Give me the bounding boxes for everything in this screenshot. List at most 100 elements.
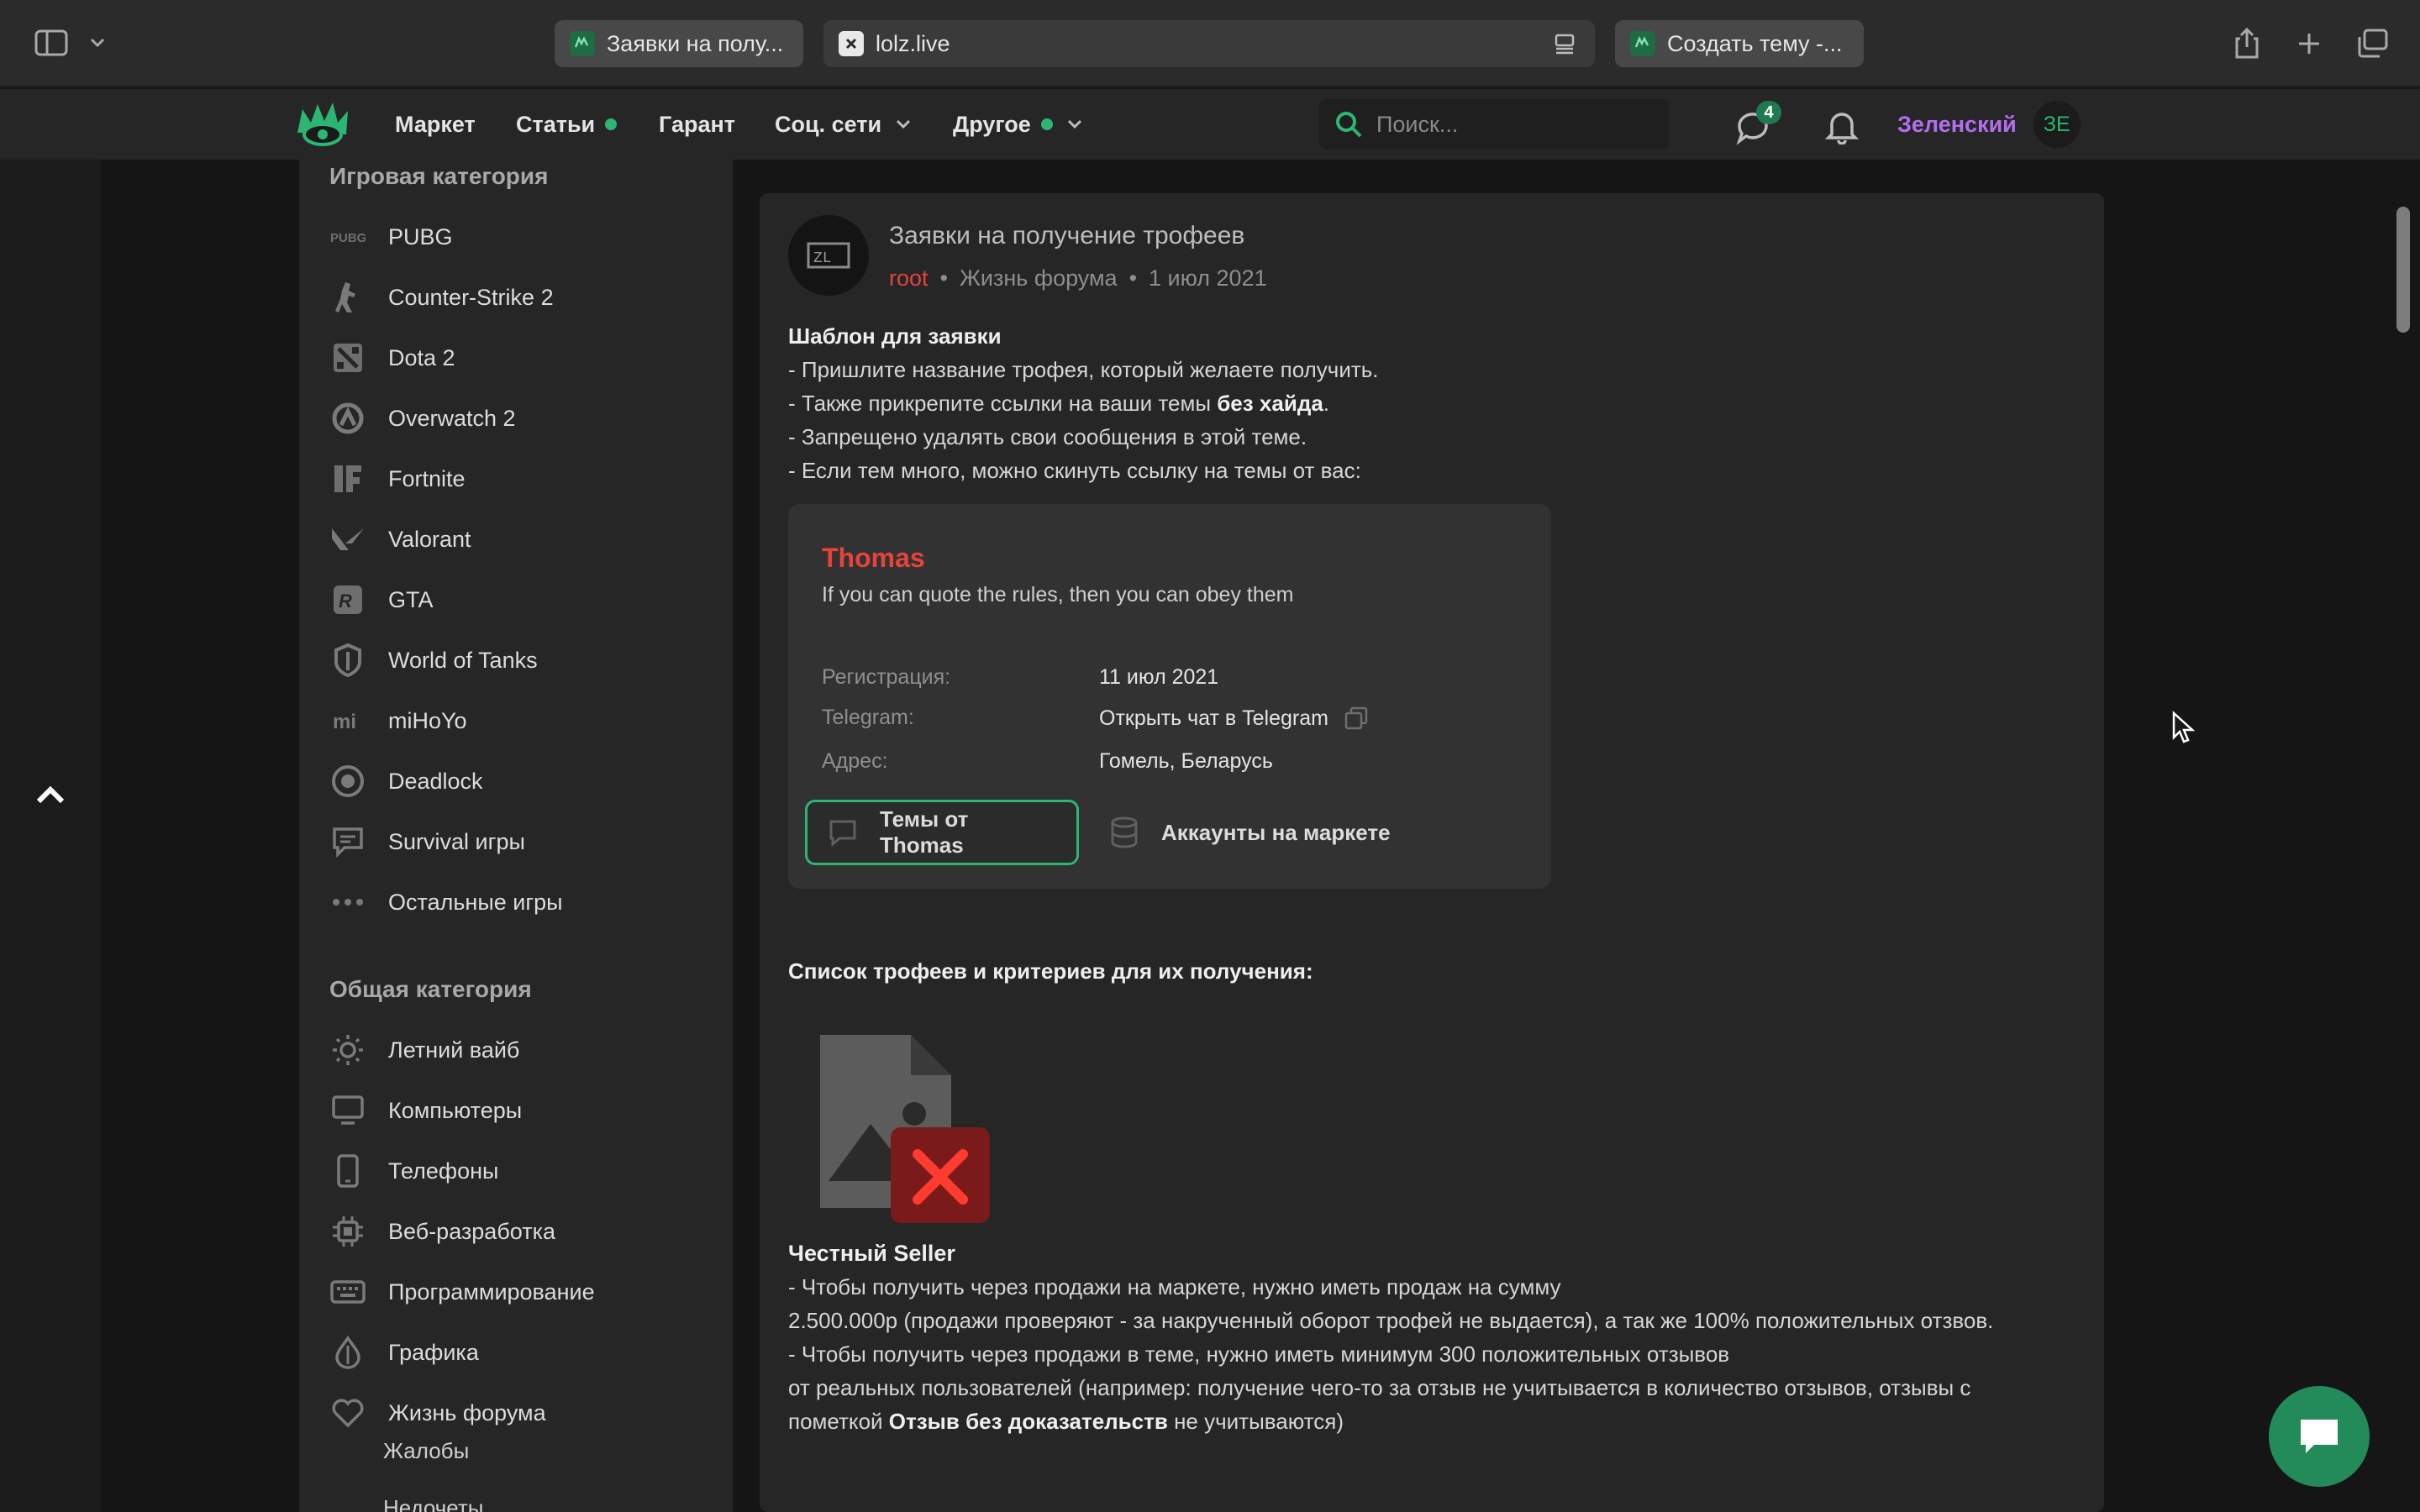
share-icon[interactable] — [2230, 25, 2264, 62]
template-heading: Шаблон для заявки — [788, 323, 1002, 349]
nav-other[interactable]: Другое — [953, 89, 1083, 160]
button-label: Аккаунты на маркете — [1161, 819, 1391, 845]
sidebar-item-phones[interactable]: Телефоны — [329, 1149, 716, 1193]
nav-label: Маркет — [395, 111, 476, 137]
sidebar-item-computers[interactable]: Компьютеры — [329, 1089, 716, 1132]
search-input[interactable] — [1376, 111, 1645, 138]
sidebar-item-valorant[interactable]: Valorant — [329, 517, 716, 561]
sidebar-toggle-icon[interactable] — [32, 29, 71, 57]
cs2-icon — [329, 279, 366, 316]
sidebar-item-label: World of Tanks — [388, 647, 538, 673]
nav-label: Соц. сети — [775, 111, 882, 137]
sidebar-item-overwatch-2[interactable]: Overwatch 2 — [329, 396, 716, 440]
search-box[interactable] — [1319, 99, 1669, 150]
sidebar-item-dota-2[interactable]: Dota 2 — [329, 336, 716, 380]
sidebar-item-label: PUBG — [388, 223, 453, 249]
profile-card-image: Thomas If you can quote the rules, then … — [788, 504, 1551, 889]
chat-bubble-icon — [329, 823, 366, 860]
sidebar-item-graphics[interactable]: Графика — [329, 1331, 716, 1374]
sidebar-subitem-complaints[interactable]: Жалобы — [383, 1438, 469, 1464]
seller-line: от реальных пользователей (например: пол… — [788, 1375, 1971, 1400]
sidebar-subitem-bugs[interactable]: Недочеты — [383, 1495, 483, 1512]
drop-icon — [329, 1334, 366, 1371]
sidebar-item-mihoyo[interactable]: mi miHoYo — [329, 699, 716, 743]
phone-icon — [329, 1152, 366, 1189]
chevron-down-icon[interactable] — [86, 32, 109, 54]
sidebar-item-other-games[interactable]: Остальные игры — [329, 880, 716, 924]
sidebar-subitem-label: Недочеты — [383, 1495, 484, 1512]
fortnite-icon — [329, 460, 366, 497]
close-tab-icon[interactable] — [839, 31, 864, 56]
nav-label: Другое — [953, 111, 1031, 137]
nav-articles[interactable]: Статьи — [516, 89, 618, 160]
tab-lolz-live[interactable]: lolz.live — [823, 20, 1595, 67]
nav-social[interactable]: Соц. сети — [775, 89, 912, 160]
page-scrollbar[interactable] — [2396, 207, 2410, 333]
card-username: Thomas — [822, 543, 925, 573]
tank-icon — [329, 642, 366, 679]
reader-mode-icon[interactable] — [1553, 32, 1576, 55]
meta-separator: • — [939, 265, 948, 291]
sidebar-item-survival-games[interactable]: Survival игры — [329, 820, 716, 864]
site-logo[interactable] — [294, 97, 353, 151]
sidebar-item-label: Dota 2 — [388, 344, 455, 370]
sidebar-item-deadlock[interactable]: Deadlock — [329, 759, 716, 803]
database-icon — [1109, 816, 1139, 849]
sidebar-item-web-dev[interactable]: Веб-разработка — [329, 1210, 716, 1253]
search-icon — [1334, 110, 1363, 139]
broken-image-icon — [810, 1030, 992, 1228]
scroll-to-top-icon[interactable] — [34, 781, 67, 815]
chevron-down-icon — [1066, 118, 1083, 130]
monitor-icon — [329, 1092, 366, 1129]
deadlock-icon — [329, 763, 366, 800]
nav-guarantor[interactable]: Гарант — [659, 89, 735, 160]
telegram-label: Telegram: — [822, 706, 914, 729]
address-value: Гомель, Беларусь — [1099, 749, 1273, 773]
line-text: - Также прикрепите ссылки на ваши темы — [788, 391, 1218, 416]
sidebar-item-label: Fortnite — [388, 465, 466, 491]
tab-create-topic[interactable]: Создать тему -... — [1615, 20, 1864, 67]
tab-label: lolz.live — [876, 30, 950, 56]
sidebar-item-label: Остальные игры — [388, 889, 563, 915]
line-text: пометкой — [788, 1409, 889, 1434]
tab-overview-icon[interactable] — [2354, 27, 2390, 60]
sidebar-item-forum-life[interactable]: Жизнь форума — [329, 1391, 716, 1435]
avatar: ЗЕ — [2033, 101, 2081, 148]
post-title: Заявки на получение трофеев — [889, 222, 1245, 249]
line-text: . — [1323, 391, 1330, 416]
address-label: Адрес: — [822, 749, 888, 773]
notifications-bell-icon[interactable] — [1823, 108, 1862, 146]
new-tab-plus-icon[interactable] — [2292, 27, 2326, 60]
honest-seller-section: Честный Seller - Чтобы получить через пр… — [788, 1236, 1993, 1438]
sidebar-item-pubg[interactable]: PUBG PUBG — [329, 215, 716, 259]
sidebar-item-programming[interactable]: Программирование — [329, 1270, 716, 1314]
floating-chat-button[interactable] — [2269, 1386, 2370, 1487]
heart-icon — [329, 1394, 366, 1431]
card-topics-button: Темы от Thomas — [805, 800, 1079, 865]
messages-button[interactable]: 4 — [1734, 101, 1785, 148]
seller-line: пометкой Отзыв без доказательств не учит… — [788, 1404, 1993, 1438]
avatar[interactable]: ZL — [788, 215, 869, 296]
post-container: ZL Заявки на получение трофеев root • Жи… — [760, 193, 2104, 1512]
post-author[interactable]: root — [889, 265, 929, 291]
template-line: - Запрещено удалять свои сообщения в это… — [788, 424, 1307, 449]
sidebar-item-world-of-tanks[interactable]: World of Tanks — [329, 638, 716, 682]
sidebar-item-summer-vibe[interactable]: Летний вайб — [329, 1028, 716, 1072]
reg-label: Регистрация: — [822, 665, 951, 689]
sidebar-item-label: Компьютеры — [388, 1097, 523, 1123]
sidebar-item-label: miHoYo — [388, 707, 467, 733]
browser-toolbar: Заявки на полу... lolz.live Создать тему… — [0, 0, 2420, 87]
user-menu[interactable]: Зеленский ЗЕ — [1897, 89, 2081, 160]
keyboard-icon — [329, 1273, 366, 1310]
sidebar-subitem-label: Жалобы — [383, 1438, 470, 1463]
sidebar-item-gta[interactable]: R GTA — [329, 578, 716, 622]
nav-market[interactable]: Маркет — [395, 89, 476, 160]
sidebar-item-fortnite[interactable]: Fortnite — [329, 457, 716, 501]
post-forum[interactable]: Жизнь форума — [960, 265, 1118, 291]
svg-text:mi: mi — [333, 711, 356, 733]
chip-icon — [329, 1213, 366, 1250]
tab-trophy-requests[interactable]: Заявки на полу... — [555, 20, 803, 67]
nav-label: Статьи — [516, 111, 596, 137]
sidebar-item-counter-strike-2[interactable]: Counter-Strike 2 — [329, 276, 716, 319]
online-dot — [1040, 118, 1053, 130]
